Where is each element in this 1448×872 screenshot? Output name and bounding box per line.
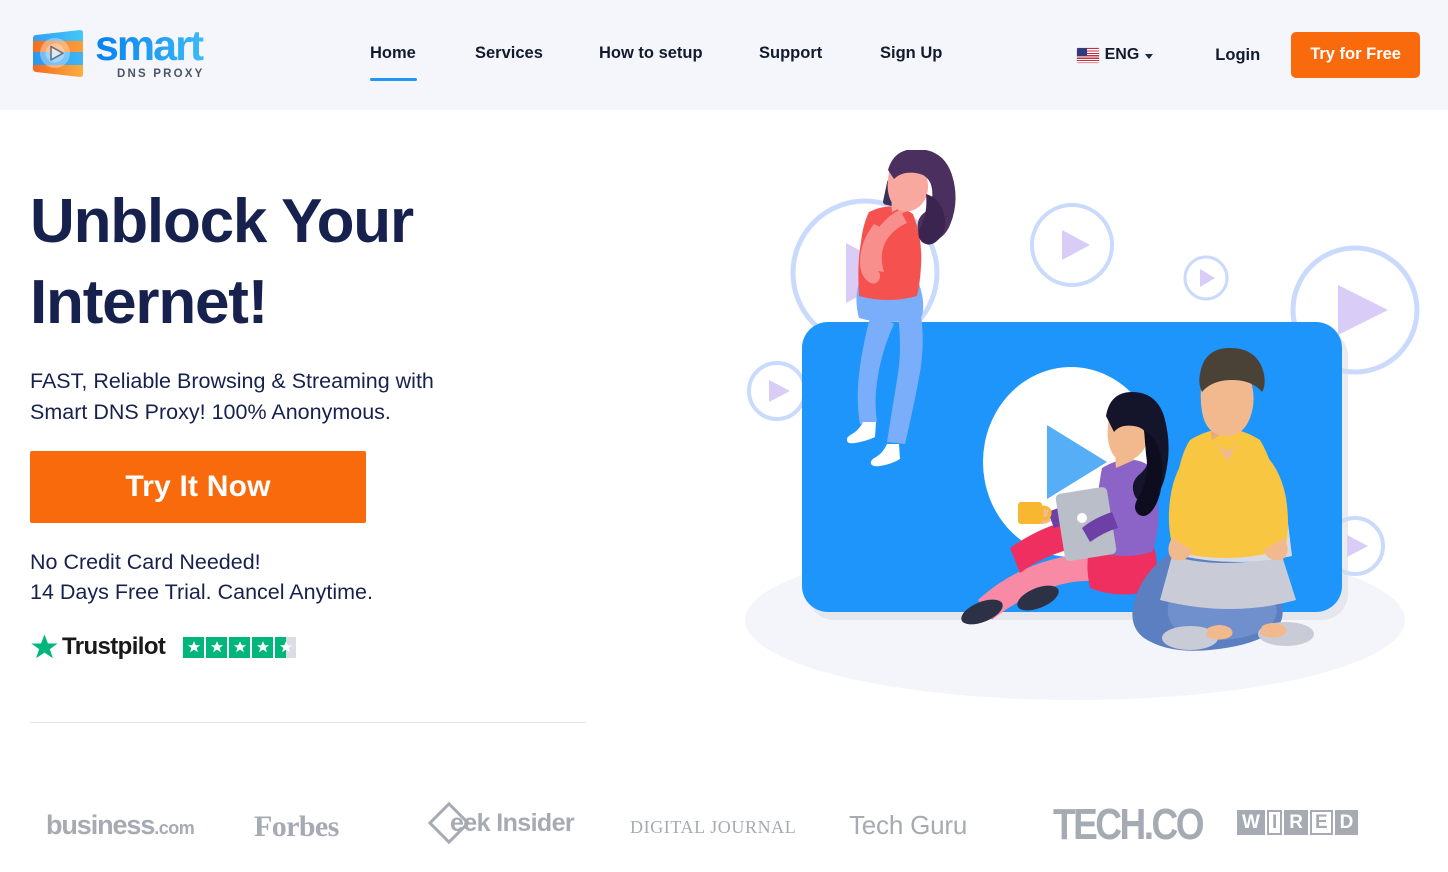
star-filled-1 xyxy=(183,636,205,658)
brand-wordmark: smart DNS PROXY xyxy=(95,25,205,80)
nav-item-support[interactable]: Support xyxy=(759,44,822,67)
language-label: ENG xyxy=(1104,46,1140,63)
trustpilot-star-icon xyxy=(31,634,58,659)
press-business-main: business xyxy=(46,810,155,840)
wired-letter-e: E xyxy=(1309,810,1333,835)
trustpilot-stars xyxy=(183,636,297,658)
star-filled-2 xyxy=(206,636,228,658)
nav-item-how-to-setup[interactable]: How to setup xyxy=(599,44,703,67)
language-selector[interactable]: ENG xyxy=(1076,46,1154,64)
hero-trial-note: No Credit Card Needed! 14 Days Free Tria… xyxy=(30,547,630,607)
site-header: smart DNS PROXY Home Services How to set… xyxy=(0,0,1448,110)
hero-title-line-2: Internet! xyxy=(30,267,268,337)
press-logo-tech-guru: Tech Guru xyxy=(849,810,968,840)
press-logo-techco: TECH.CO xyxy=(1053,800,1205,849)
press-logo-wired: W I R E D xyxy=(1237,810,1359,835)
hero-title-line-1: Unblock Your xyxy=(30,187,414,256)
hero-divider xyxy=(30,722,586,723)
hero-content: Unblock Your Internet! FAST, Reliable Br… xyxy=(30,182,630,661)
brand-name: smart xyxy=(95,25,205,68)
trustpilot-brand: Trustpilot xyxy=(30,633,166,661)
press-geek-label: eek Insider xyxy=(450,808,575,837)
hero-subtitle: FAST, Reliable Browsing & Streaming with… xyxy=(30,366,630,427)
page-title: Unblock Your Internet! xyxy=(30,182,630,343)
wired-letter-d: D xyxy=(1334,810,1359,835)
brand-logo-link[interactable]: smart DNS PROXY xyxy=(28,25,205,80)
us-flag-icon xyxy=(1076,47,1099,63)
hero-subtitle-line-1: FAST, Reliable Browsing & Streaming with xyxy=(30,369,434,394)
wired-letter-w: W xyxy=(1237,810,1265,835)
nav-item-sign-up[interactable]: Sign Up xyxy=(880,44,942,67)
hero-note-line-2: 14 Days Free Trial. Cancel Anytime. xyxy=(30,580,373,605)
play-media-logo-icon xyxy=(28,28,84,80)
wired-letter-i: I xyxy=(1266,810,1283,835)
try-for-free-button[interactable]: Try for Free xyxy=(1291,32,1420,78)
hero-subtitle-line-2: Smart DNS Proxy! 100% Anonymous. xyxy=(30,399,391,424)
star-filled-4 xyxy=(252,636,274,658)
star-half-5 xyxy=(275,636,297,658)
star-filled-3 xyxy=(229,636,251,658)
nav-item-home[interactable]: Home xyxy=(370,44,417,81)
press-logo-geek-insider: eek Insider xyxy=(427,801,575,845)
header-actions: ENG Login Try for Free xyxy=(1076,0,1420,110)
hero-note-line-1: No Credit Card Needed! xyxy=(30,550,261,575)
press-logo-business-com: business.com xyxy=(46,810,195,841)
main-navigation: Home Services How to setup Support Sign … xyxy=(370,0,990,110)
press-logo-forbes: Forbes xyxy=(254,810,339,843)
nav-item-services[interactable]: Services xyxy=(475,44,543,67)
try-it-now-button[interactable]: Try It Now xyxy=(30,451,366,524)
trustpilot-rating[interactable]: Trustpilot xyxy=(30,633,630,661)
people-watching-video-illustration xyxy=(720,150,1430,710)
wired-letter-r: R xyxy=(1284,810,1308,835)
press-logo-digital-journal: DIGITAL JOURNAL xyxy=(630,817,797,837)
chevron-down-icon xyxy=(1145,54,1154,59)
login-link[interactable]: Login xyxy=(1215,46,1260,65)
brand-tagline: DNS PROXY xyxy=(117,67,205,80)
trustpilot-label: Trustpilot xyxy=(62,633,166,661)
press-business-suffix: .com xyxy=(154,818,195,838)
